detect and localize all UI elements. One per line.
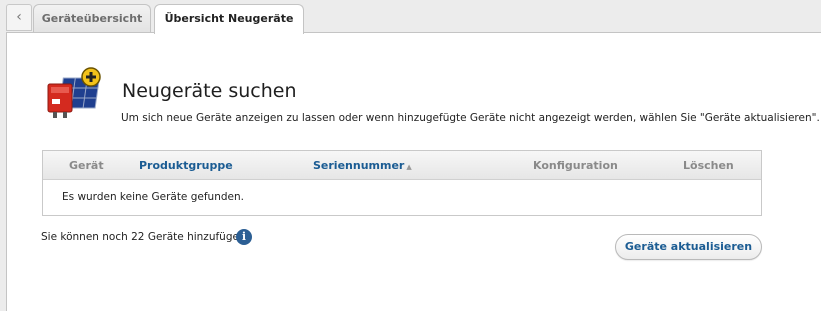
- column-header-produktgruppe[interactable]: Produktgruppe: [139, 159, 233, 172]
- back-chevron-icon[interactable]: ‹: [6, 4, 32, 31]
- remaining-devices-text: Sie können noch 22 Geräte hinzufügen.: [41, 231, 249, 243]
- sort-ascending-icon: ▲: [406, 163, 412, 171]
- info-icon[interactable]: i: [236, 229, 252, 245]
- refresh-devices-button[interactable]: Geräte aktualisieren: [615, 234, 762, 260]
- column-header-konfiguration: Konfiguration: [533, 159, 618, 172]
- page-description: Um sich neue Geräte anzeigen zu lassen o…: [121, 112, 820, 124]
- column-header-seriennummer[interactable]: Seriennummer ▲: [313, 159, 412, 172]
- page-title: Neugeräte suchen: [122, 80, 297, 102]
- table-header: Gerät Produktgruppe Seriennummer ▲ Konfig…: [43, 151, 761, 180]
- empty-table-message: Es wurden keine Geräte gefunden.: [62, 191, 244, 203]
- column-header-loeschen: Löschen: [683, 159, 734, 172]
- inverter-add-icon: [47, 67, 101, 118]
- tab-geraeteuebersicht[interactable]: Geräteübersicht: [33, 4, 151, 33]
- column-header-geraet: Gerät: [69, 159, 104, 172]
- devices-table: Gerät Produktgruppe Seriennummer ▲ Konfig…: [42, 150, 762, 216]
- tab-bar: ‹ Geräteübersicht Übersicht Neugeräte: [0, 0, 821, 34]
- column-header-seriennummer-label: Seriennummer: [313, 159, 405, 172]
- tab-uebersicht-neugeraete[interactable]: Übersicht Neugeräte: [154, 4, 304, 34]
